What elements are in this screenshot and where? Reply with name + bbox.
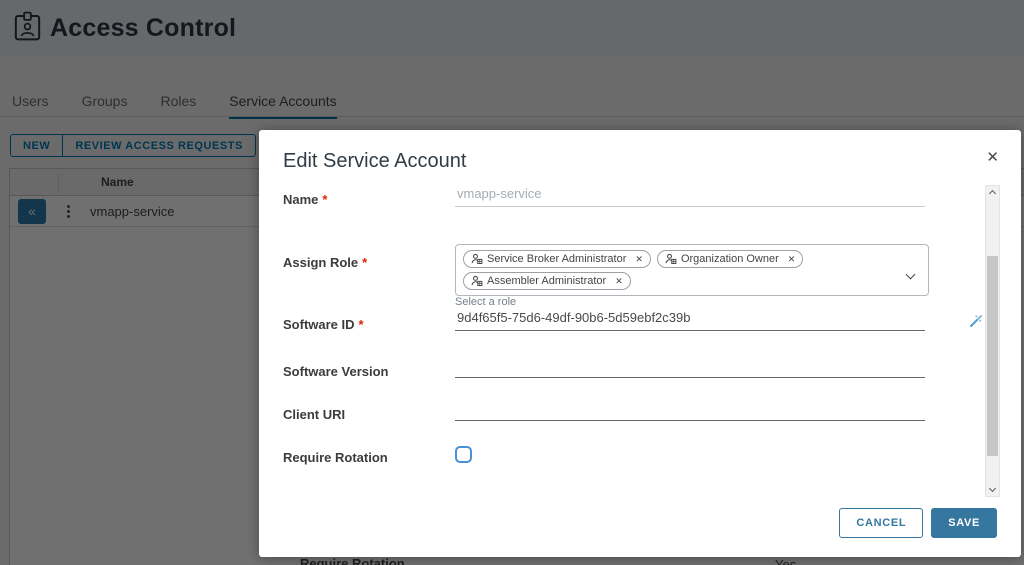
close-icon[interactable]: ✕ — [986, 148, 999, 166]
remove-chip-icon[interactable]: ✕ — [615, 276, 623, 287]
assign-role-combobox[interactable]: Service Broker Administrator ✕ Organizat… — [455, 244, 929, 296]
save-button[interactable]: SAVE — [931, 508, 997, 538]
require-rotation-label: Require Rotation — [283, 450, 388, 465]
required-asterisk: * — [362, 255, 367, 270]
required-asterisk: * — [359, 317, 364, 332]
require-rotation-checkbox[interactable] — [455, 446, 472, 463]
role-icon — [471, 253, 483, 265]
scroll-up-icon[interactable] — [986, 187, 999, 200]
role-icon — [471, 275, 483, 287]
select-a-role-helper: Select a role — [455, 296, 516, 308]
client-uri-input[interactable] — [455, 400, 925, 421]
edit-service-account-modal: Edit Service Account ✕ Name* Assign Role… — [259, 130, 1021, 557]
modal-scrollbar[interactable] — [985, 185, 1000, 497]
assign-role-label: Assign Role* — [283, 255, 367, 270]
name-input[interactable] — [455, 186, 925, 207]
role-icon — [665, 253, 677, 265]
modal-title: Edit Service Account — [283, 150, 466, 173]
software-version-input[interactable] — [455, 357, 925, 378]
generate-id-wand-icon[interactable] — [968, 313, 984, 334]
modal-footer: CANCEL SAVE — [839, 508, 997, 538]
name-label: Name* — [283, 192, 327, 207]
client-uri-label: Client URI — [283, 407, 345, 422]
required-asterisk: * — [322, 192, 327, 207]
cancel-button[interactable]: CANCEL — [839, 508, 923, 538]
role-chip[interactable]: Service Broker Administrator ✕ — [463, 250, 651, 268]
remove-chip-icon[interactable]: ✕ — [635, 254, 643, 265]
software-version-label: Software Version — [283, 364, 388, 379]
chevron-down-icon[interactable] — [907, 265, 914, 283]
remove-chip-icon[interactable]: ✕ — [788, 254, 796, 265]
software-id-input[interactable] — [455, 310, 925, 331]
software-id-label: Software ID* — [283, 317, 364, 332]
scrollbar-thumb[interactable] — [987, 256, 998, 456]
scroll-down-icon[interactable] — [986, 482, 999, 495]
role-chip[interactable]: Assembler Administrator ✕ — [463, 272, 631, 290]
role-chip[interactable]: Organization Owner ✕ — [657, 250, 803, 268]
screen: Access Control Users Groups Roles Servic… — [0, 0, 1024, 565]
